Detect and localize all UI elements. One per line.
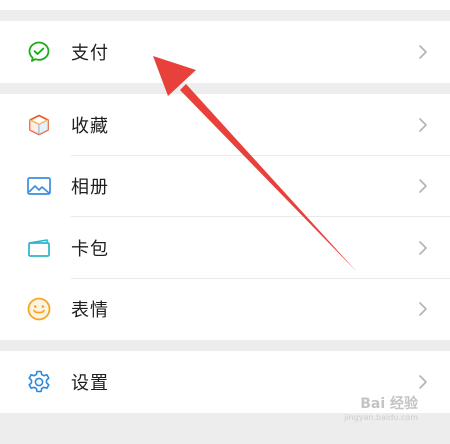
menu-item-settings-label: 设置 [71,373,109,394]
gear-icon [26,369,52,395]
top-section-remnant [0,0,450,10]
menu-group-pay: 支付 [0,21,450,83]
menu-item-card-wallet-label: 卡包 [71,238,109,260]
chevron-right-icon [419,302,427,317]
smiley-face-icon [26,296,52,322]
album-picture-icon [26,173,52,199]
menu-item-album[interactable]: 相册 [0,156,450,217]
chevron-right-icon [419,179,427,194]
chevron-right-icon [419,375,427,389]
card-wallet-icon [26,235,52,261]
chevron-right-icon [419,240,427,255]
menu-item-card-wallet[interactable]: 卡包 [0,217,450,279]
menu-item-pay-label: 支付 [71,43,109,64]
chevron-right-icon [419,45,427,59]
menu-item-stickers-label: 表情 [71,300,109,322]
menu-item-favorites-label: 收藏 [71,115,109,137]
menu-item-stickers[interactable]: 表情 [0,279,450,341]
favorites-cube-icon [26,112,52,138]
wechat-pay-icon [26,39,52,65]
menu-item-album-label: 相册 [71,177,109,199]
chevron-right-icon [419,117,427,132]
menu-item-pay[interactable]: 支付 [0,21,450,83]
menu-group-main: 收藏 相册 卡包 表情 [0,94,450,340]
watermark-brand: Bai 经验 [360,396,418,412]
menu-item-favorites[interactable]: 收藏 [0,94,450,156]
watermark-url: jingyan.baidu.com [344,413,418,422]
